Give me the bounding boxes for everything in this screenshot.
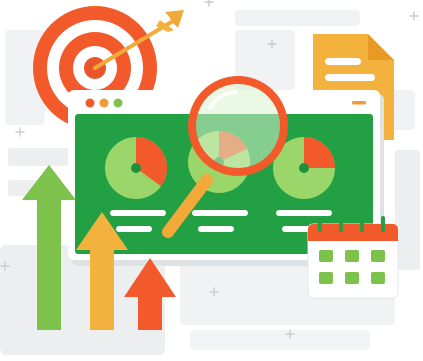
calendar-cell [345,272,359,284]
calendar-cell [345,250,359,262]
calendar-cell [371,250,385,262]
analytics-illustration [0,0,420,355]
calendar-cell [319,250,333,262]
pie-chart-icon [105,137,167,199]
window-minimize-icon [352,101,366,105]
calendar-icon [307,216,399,299]
window-dot-green [113,98,123,108]
calendar-cell [371,272,385,284]
window-dot-red [85,98,95,108]
plus-icon [15,127,25,137]
plus-icon [409,11,419,21]
window-dot-orange [99,98,109,108]
plus-icon [204,0,214,7]
calendar-cell [319,272,333,284]
